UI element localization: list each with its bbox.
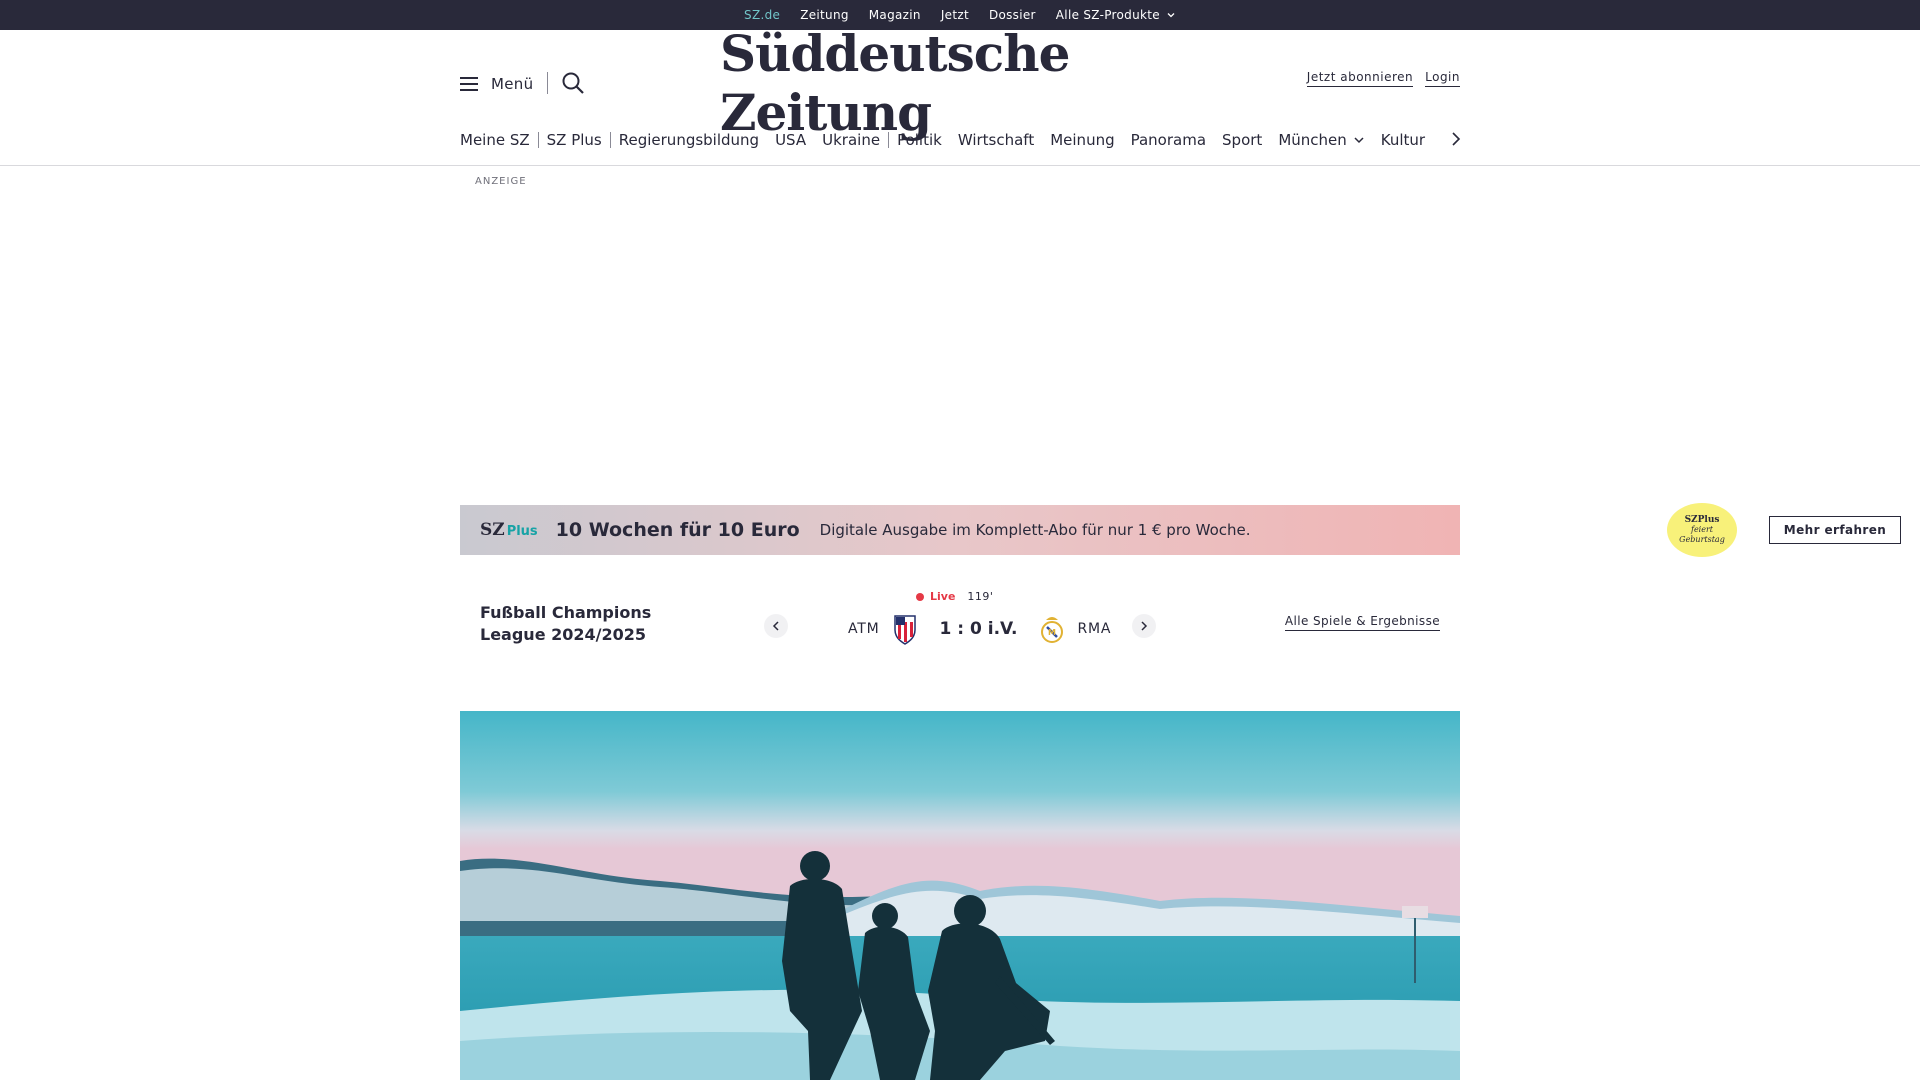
menu-divider [547, 72, 548, 94]
all-games-link[interactable]: Alle Spiele & Ergebnisse [1284, 614, 1440, 631]
topbar-link-dossier[interactable]: Dossier [989, 8, 1036, 22]
next-match-button[interactable] [1132, 614, 1156, 638]
topbar-link-jetzt[interactable]: Jetzt [941, 8, 969, 22]
nav-item-panorama[interactable]: Panorama [1123, 131, 1214, 149]
main-navigation: Meine SZ SZ Plus Regierungsbildung USA U… [460, 122, 1460, 158]
sz-plus-logo: SZ Plus [480, 520, 538, 540]
nav-item-sz-plus[interactable]: SZ Plus [539, 131, 610, 149]
score-value: 1 : 0 i.V. [939, 619, 1018, 639]
match-score[interactable]: ATM 1 : 0 i.V. M RMA [848, 612, 1111, 646]
live-indicator: Live 119' [916, 590, 993, 603]
atletico-crest-icon [893, 615, 916, 645]
promo-text: Digitale Ausgabe im Komplett-Abo für nur… [819, 521, 1251, 539]
topbar-link-magazin[interactable]: Magazin [869, 8, 921, 22]
login-link[interactable]: Login [1425, 70, 1460, 87]
site-logo[interactable]: Süddeutsche Zeitung [720, 24, 1200, 142]
topbar-link-zeitung[interactable]: Zeitung [800, 8, 849, 22]
match-minute: 119' [967, 590, 994, 603]
real-madrid-crest-icon: M [1041, 617, 1064, 643]
live-dot-icon [916, 592, 924, 601]
topbar-link-alle-produkte[interactable]: Alle SZ-Produkte [1056, 8, 1176, 22]
previous-match-button[interactable] [764, 614, 788, 638]
nav-item-wirtschaft[interactable]: Wirtschaft [950, 131, 1042, 149]
soldiers-arctic-photo [460, 711, 1460, 1080]
chevron-right-icon[interactable] [1447, 130, 1465, 148]
site-header: Menü Süddeutsche Zeitung Jetzt abonniere… [0, 24, 1920, 166]
home-team: ATM [848, 621, 880, 637]
topbar-link-sz-de[interactable]: SZ.de [744, 8, 780, 34]
nav-item-ukraine[interactable]: Ukraine [814, 131, 888, 149]
nav-item-usa[interactable]: USA [767, 131, 814, 149]
promo-headline: 10 Wochen für 10 Euro [555, 519, 800, 541]
chevron-left-icon [772, 621, 779, 631]
nav-item-politik[interactable]: Politik [889, 131, 950, 149]
chevron-right-icon [1141, 621, 1148, 631]
nav-item-muenchen[interactable]: München [1270, 131, 1372, 149]
live-score-widget: Fußball Champions League 2024/2025 Live … [460, 590, 1460, 660]
nav-item-sport[interactable]: Sport [1214, 131, 1270, 149]
search-icon [562, 72, 584, 94]
hamburger-icon [460, 77, 478, 91]
menu-label: Menü [491, 75, 534, 93]
sz-plus-promo-banner[interactable]: SZ Plus 10 Wochen für 10 Euro Digitale Au… [460, 503, 1901, 557]
nav-item-meinung[interactable]: Meinung [1042, 131, 1122, 149]
hero-image[interactable] [460, 711, 1460, 1080]
anniversary-badge: SZPlus feiert Geburtstag [1667, 503, 1737, 557]
nav-item-kultur[interactable]: Kultur [1373, 131, 1433, 149]
chevron-down-icon [1354, 137, 1364, 144]
chevron-down-icon [1167, 13, 1175, 18]
nav-item-regierungsbildung[interactable]: Regierungsbildung [611, 131, 767, 149]
subscribe-link[interactable]: Jetzt abonnieren [1306, 70, 1414, 87]
mehr-erfahren-button[interactable]: Mehr erfahren [1769, 516, 1901, 544]
away-team: RMA [1077, 621, 1112, 637]
menu-button[interactable]: Menü [459, 71, 533, 97]
nav-item-meine-sz[interactable]: Meine SZ [460, 131, 538, 149]
ad-label: ANZEIGE [475, 176, 527, 187]
account-links: Jetzt abonnieren Login [1306, 70, 1460, 87]
league-title: Fußball Champions League 2024/2025 [480, 603, 652, 644]
search-button[interactable] [560, 70, 586, 96]
svg-text:M: M [1048, 628, 1056, 637]
